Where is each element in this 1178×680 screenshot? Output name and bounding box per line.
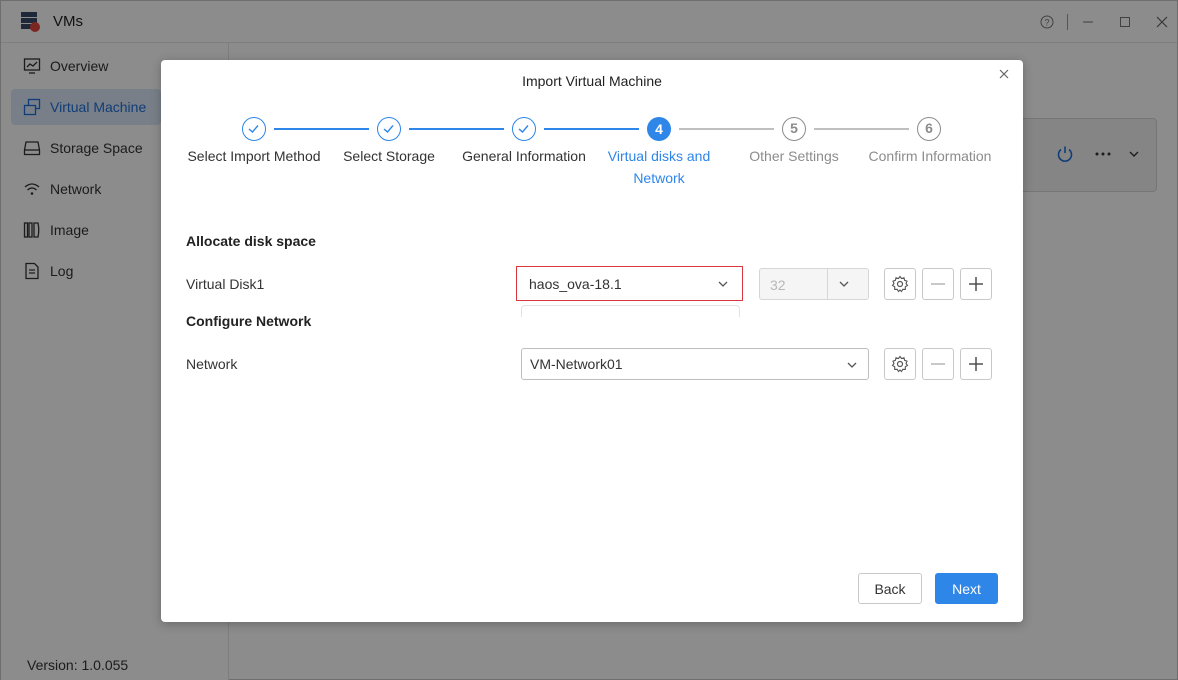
allocate-disk-title: Allocate disk space: [186, 233, 316, 249]
gear-icon: [891, 275, 909, 293]
chevron-down-icon: [839, 281, 849, 287]
virtual-disk-value: haos_ova-18.1: [529, 276, 622, 292]
step-4-label-line1: Virtual disks and: [607, 148, 711, 164]
configure-network-title: Configure Network: [186, 313, 312, 329]
step-4-label: Virtual disks and Network: [589, 145, 729, 189]
step-2-check-icon: [377, 117, 401, 141]
dialog-close-icon[interactable]: [999, 66, 1009, 83]
network-label: Network: [186, 356, 238, 372]
minus-icon: [931, 363, 945, 365]
network-select[interactable]: VM-Network01: [521, 348, 869, 380]
dialog-title: Import Virtual Machine: [522, 73, 662, 89]
step-6-label: Confirm Information: [868, 148, 992, 164]
step-2-label: Select Storage: [343, 148, 435, 164]
step-6-indicator: 6: [917, 117, 941, 141]
disk-dropdown-menu[interactable]: [521, 305, 740, 317]
step-1-label: Select Import Method: [187, 148, 321, 164]
add-network-button[interactable]: [960, 348, 992, 380]
step-4-label-line2: Network: [633, 170, 685, 186]
step-connector: [544, 128, 639, 130]
remove-network-button[interactable]: [922, 348, 954, 380]
step-3-label: General Information: [462, 148, 586, 164]
virtual-disk-label: Virtual Disk1: [186, 276, 265, 292]
step-4-indicator: 4: [647, 117, 671, 141]
add-disk-button[interactable]: [960, 268, 992, 300]
step-5-label: Other Settings: [749, 148, 839, 164]
disk-size-value: 32: [770, 277, 786, 293]
chevron-down-icon: [847, 362, 857, 368]
step-connector: [274, 128, 369, 130]
network-settings-button[interactable]: [884, 348, 916, 380]
step-3-check-icon: [512, 117, 536, 141]
disk-size-divider: [827, 269, 828, 299]
import-vm-dialog: Import Virtual Machine Select Import Met…: [161, 60, 1023, 622]
virtual-disk-select[interactable]: haos_ova-18.1: [521, 268, 739, 300]
plus-icon: [969, 357, 983, 371]
step-1-check-icon: [242, 117, 266, 141]
gear-icon: [891, 355, 909, 373]
disk-settings-button[interactable]: [884, 268, 916, 300]
next-button[interactable]: Next: [935, 573, 998, 604]
step-connector: [814, 128, 909, 130]
remove-disk-button[interactable]: [922, 268, 954, 300]
step-connector: [409, 128, 504, 130]
back-button[interactable]: Back: [858, 573, 922, 604]
network-value: VM-Network01: [530, 356, 623, 372]
disk-size-select[interactable]: 32: [759, 268, 869, 300]
chevron-down-icon: [718, 281, 728, 287]
step-connector: [679, 128, 774, 130]
step-5-indicator: 5: [782, 117, 806, 141]
plus-icon: [969, 277, 983, 291]
minus-icon: [931, 283, 945, 285]
